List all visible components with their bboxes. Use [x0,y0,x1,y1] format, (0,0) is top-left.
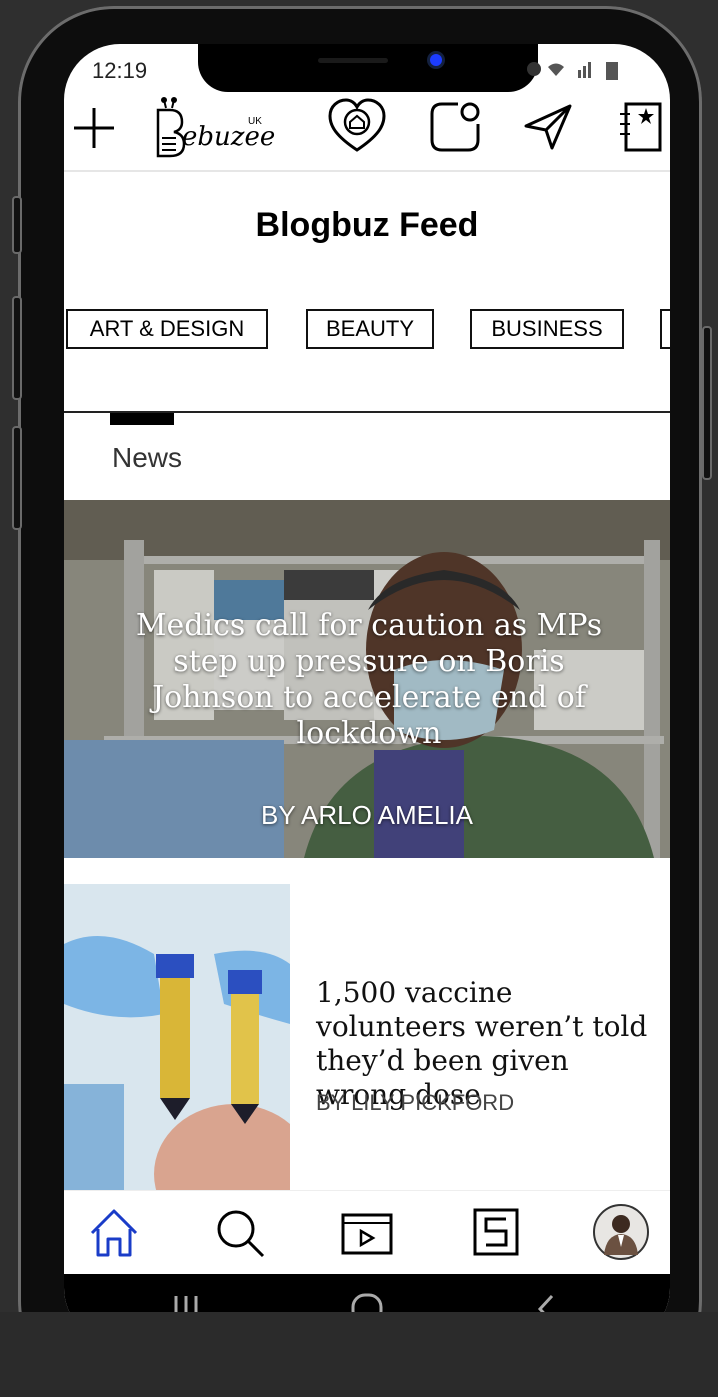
battery-icon [606,62,618,80]
video-icon[interactable] [340,1209,394,1257]
hero-article[interactable]: Medics call for caution as MPs step up p… [64,500,670,858]
send-icon[interactable] [522,102,574,152]
profile-avatar[interactable] [592,1203,650,1261]
plus-icon[interactable] [70,104,118,152]
hero-article-title[interactable]: Medics call for caution as MPs step up p… [114,608,624,752]
stories-icon[interactable] [472,1207,520,1257]
volume-up-button [12,196,22,254]
top-bar: ebuzee UK [64,92,670,170]
phone-screen: 12:19 ebuzee UK Blogbuz Feed ART & DESIG… [64,44,670,1344]
speaker [318,58,388,63]
new-post-icon[interactable] [428,100,482,154]
hero-article-author: BY ARLO AMELIA [261,800,473,830]
alarm-icon [527,62,541,76]
bookmark-star-icon[interactable] [616,100,666,154]
bottom-band [0,1312,718,1397]
bottom-nav [64,1190,670,1275]
notch [198,44,538,92]
top-bar-divider [64,170,670,172]
category-art-design[interactable]: ART & DESIGN [66,309,268,349]
vaccine-vials-photo [64,884,290,1190]
heart-home-icon[interactable] [328,98,386,154]
app-logo[interactable]: ebuzee UK [152,92,275,162]
search-icon[interactable] [214,1207,266,1259]
active-section-indicator [110,413,174,425]
section-label-news[interactable]: News [112,442,182,474]
category-tabs: ART & DESIGN BEAUTY BUSINESS [64,309,670,353]
power-button [702,326,712,480]
feed-title: Blogbuz Feed [255,206,479,244]
wifi-icon [548,63,564,76]
category-beauty[interactable]: BEAUTY [306,309,434,349]
status-time: 12:19 [92,58,148,83]
category-next-partial[interactable] [660,309,670,349]
logo-region: UK [248,116,262,127]
camera [430,54,442,66]
story-author: BY LILY PICKFORD [316,1090,515,1115]
category-business[interactable]: BUSINESS [470,309,624,349]
status-icons [527,62,618,80]
story-card[interactable]: 1,500 vaccine volunteers weren’t told th… [64,884,670,1190]
side-button [12,426,22,530]
story-image [64,884,290,1190]
signal-icon [578,70,581,78]
volume-down-button [12,296,22,400]
home-icon[interactable] [88,1207,140,1259]
